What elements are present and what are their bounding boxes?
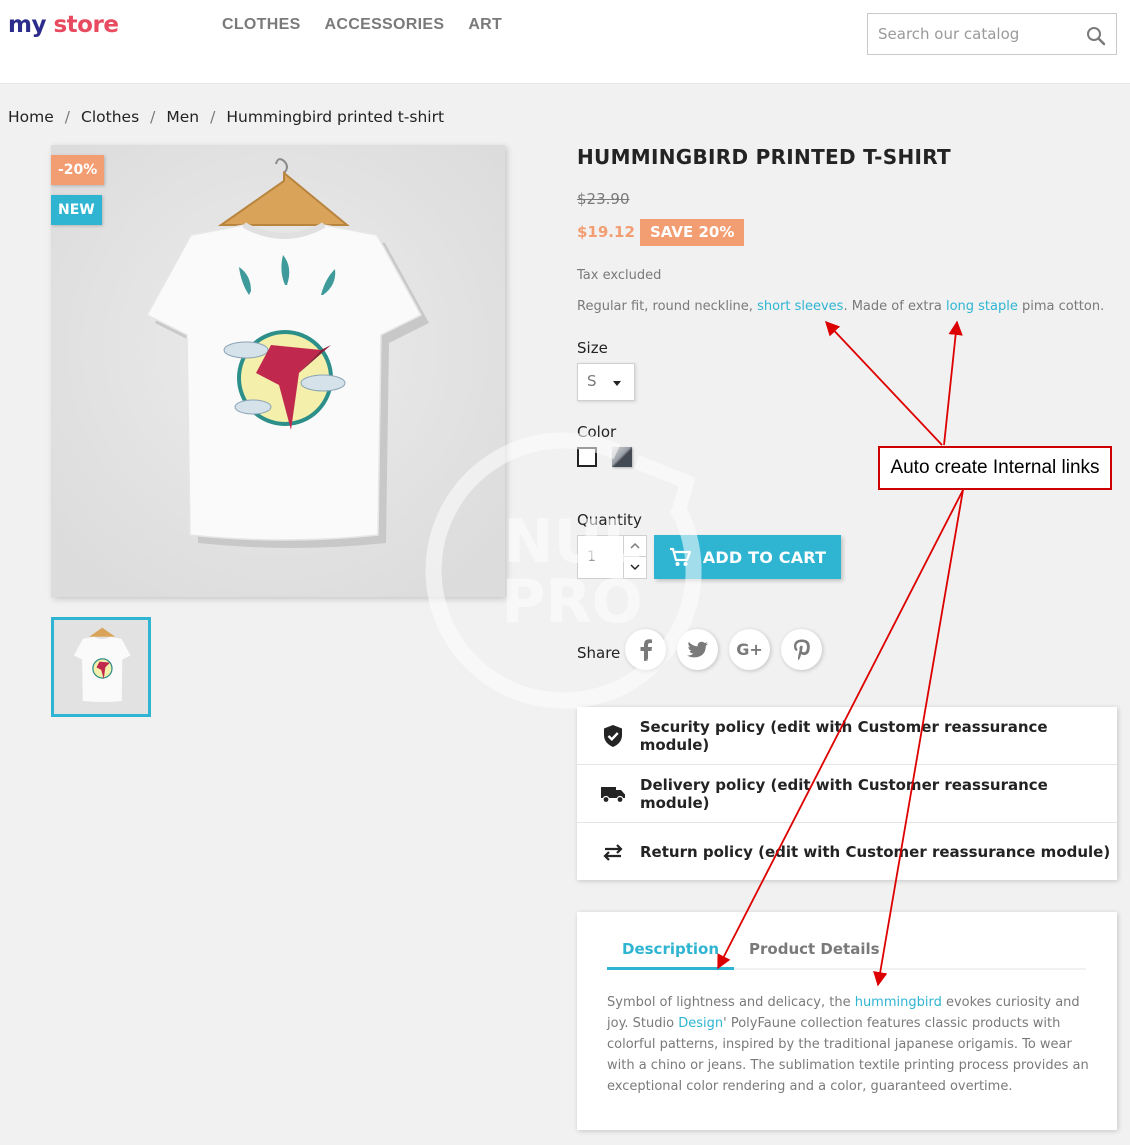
reassurance-security-text: Security policy (edit with Customer reas… — [639, 717, 1048, 754]
tshirt-illustration — [51, 145, 505, 597]
breadcrumb-clothes[interactable]: Clothes — [81, 108, 139, 126]
twitter-icon — [686, 641, 708, 657]
breadcrumb-separator: / — [210, 108, 216, 126]
internal-link-long-staple[interactable]: long staple — [946, 299, 1018, 314]
internal-link-design[interactable]: Design — [678, 1016, 723, 1031]
breadcrumb-separator: / — [64, 108, 71, 126]
short-desc-text: pima cotton. — [1017, 299, 1105, 314]
size-value: S — [587, 372, 597, 390]
pinterest-icon — [793, 639, 810, 660]
arrow-to-long-staple — [943, 320, 963, 446]
google-plus-icon: G+ — [736, 640, 763, 659]
tab-product-details[interactable]: Product Details — [734, 940, 895, 970]
breadcrumb-men[interactable]: Men — [166, 108, 199, 126]
internal-link-hummingbird[interactable]: hummingbird — [855, 995, 942, 1010]
breadcrumb-separator: / — [150, 108, 156, 126]
product-thumbnail[interactable] — [51, 617, 151, 717]
product-description: Symbol of lightness and delicacy, the hu… — [607, 992, 1091, 1097]
quantity-input[interactable] — [578, 536, 624, 578]
short-description: Regular fit, round neckline, short sleev… — [577, 299, 1104, 314]
chevron-down-icon — [630, 564, 640, 571]
add-to-cart-label: ADD TO CART — [702, 547, 827, 567]
facebook-icon — [640, 638, 652, 661]
share-twitter-button[interactable] — [677, 629, 718, 670]
reassurance-return: Return policy (edit with Customer reassu… — [577, 823, 1117, 881]
short-desc-text: . Made of extra — [843, 299, 946, 314]
quantity-stepper — [577, 535, 647, 579]
share-pinterest-button[interactable] — [781, 629, 822, 670]
quantity-increase-button[interactable] — [623, 536, 646, 557]
reassurance-delivery: Delivery policy (edit with Customer reas… — [577, 765, 1117, 823]
short-desc-text: Regular fit, round neckline, — [577, 299, 758, 314]
chevron-down-icon — [613, 381, 621, 386]
product-main-image[interactable] — [51, 145, 505, 597]
nav-art[interactable]: ART — [468, 16, 502, 34]
regular-price: $23.90 — [577, 190, 630, 208]
nav-clothes[interactable]: CLOTHES — [222, 16, 301, 34]
reassurance-delivery-text: Delivery policy (edit with Customer reas… — [640, 775, 1048, 812]
nav-accessories[interactable]: ACCESSORIES — [325, 16, 445, 34]
product-tabs: Description Product Details Symbol of li… — [577, 912, 1117, 1130]
search-icon[interactable] — [1086, 26, 1106, 46]
breadcrumb-current: Hummingbird printed t-shirt — [226, 108, 445, 126]
share-facebook-button[interactable] — [625, 629, 666, 670]
color-label: Color — [577, 423, 617, 441]
search-input[interactable] — [868, 14, 1068, 54]
chevron-up-icon — [630, 542, 640, 549]
cart-icon — [669, 547, 691, 566]
quantity-label: Quantity — [577, 511, 642, 529]
tab-description[interactable]: Description — [607, 940, 735, 970]
save-badge: SAVE 20% — [640, 219, 745, 246]
logo-my: my — [8, 12, 46, 38]
discount-flag: -20% — [51, 155, 105, 185]
reassurance-return-text: Return policy (edit with Customer reassu… — [640, 843, 1111, 861]
current-price: $19.12 — [577, 223, 635, 241]
shield-check-icon — [600, 723, 626, 749]
store-logo[interactable]: my store — [8, 8, 119, 42]
share-label: Share — [577, 644, 621, 662]
size-label: Size — [577, 339, 608, 357]
arrow-to-short-sleeves — [825, 320, 943, 446]
internal-link-short-sleeves[interactable]: short sleeves — [757, 299, 843, 314]
size-select[interactable]: S — [577, 363, 635, 401]
breadcrumb-home[interactable]: Home — [8, 108, 54, 126]
tax-label: Tax excluded — [577, 268, 662, 283]
logo-store: store — [53, 12, 119, 38]
search-box — [867, 13, 1117, 55]
thumbnail-illustration — [54, 620, 148, 714]
new-flag: NEW — [51, 195, 102, 225]
tab-bar: Description Product Details — [607, 940, 1086, 970]
main-nav: CLOTHES ACCESSORIES ART — [222, 16, 502, 34]
color-swatch-black[interactable] — [612, 447, 632, 467]
share-google-plus-button[interactable]: G+ — [729, 629, 770, 670]
annotation-callout: Auto create Internal links — [878, 446, 1112, 490]
truck-icon — [600, 781, 626, 807]
color-swatch-white[interactable] — [577, 447, 597, 467]
quantity-decrease-button[interactable] — [623, 557, 646, 578]
description-text: Symbol of lightness and delicacy, the — [607, 995, 855, 1010]
product-title: HUMMINGBIRD PRINTED T-SHIRT — [577, 145, 951, 169]
swap-arrows-icon — [600, 839, 626, 865]
site-header: my store CLOTHES ACCESSORIES ART — [0, 0, 1130, 84]
breadcrumb: Home / Clothes / Men / Hummingbird print… — [8, 108, 444, 126]
add-to-cart-button[interactable]: ADD TO CART — [654, 535, 841, 579]
reassurance-block: Security policy (edit with Customer reas… — [577, 707, 1117, 880]
reassurance-security: Security policy (edit with Customer reas… — [577, 707, 1117, 765]
